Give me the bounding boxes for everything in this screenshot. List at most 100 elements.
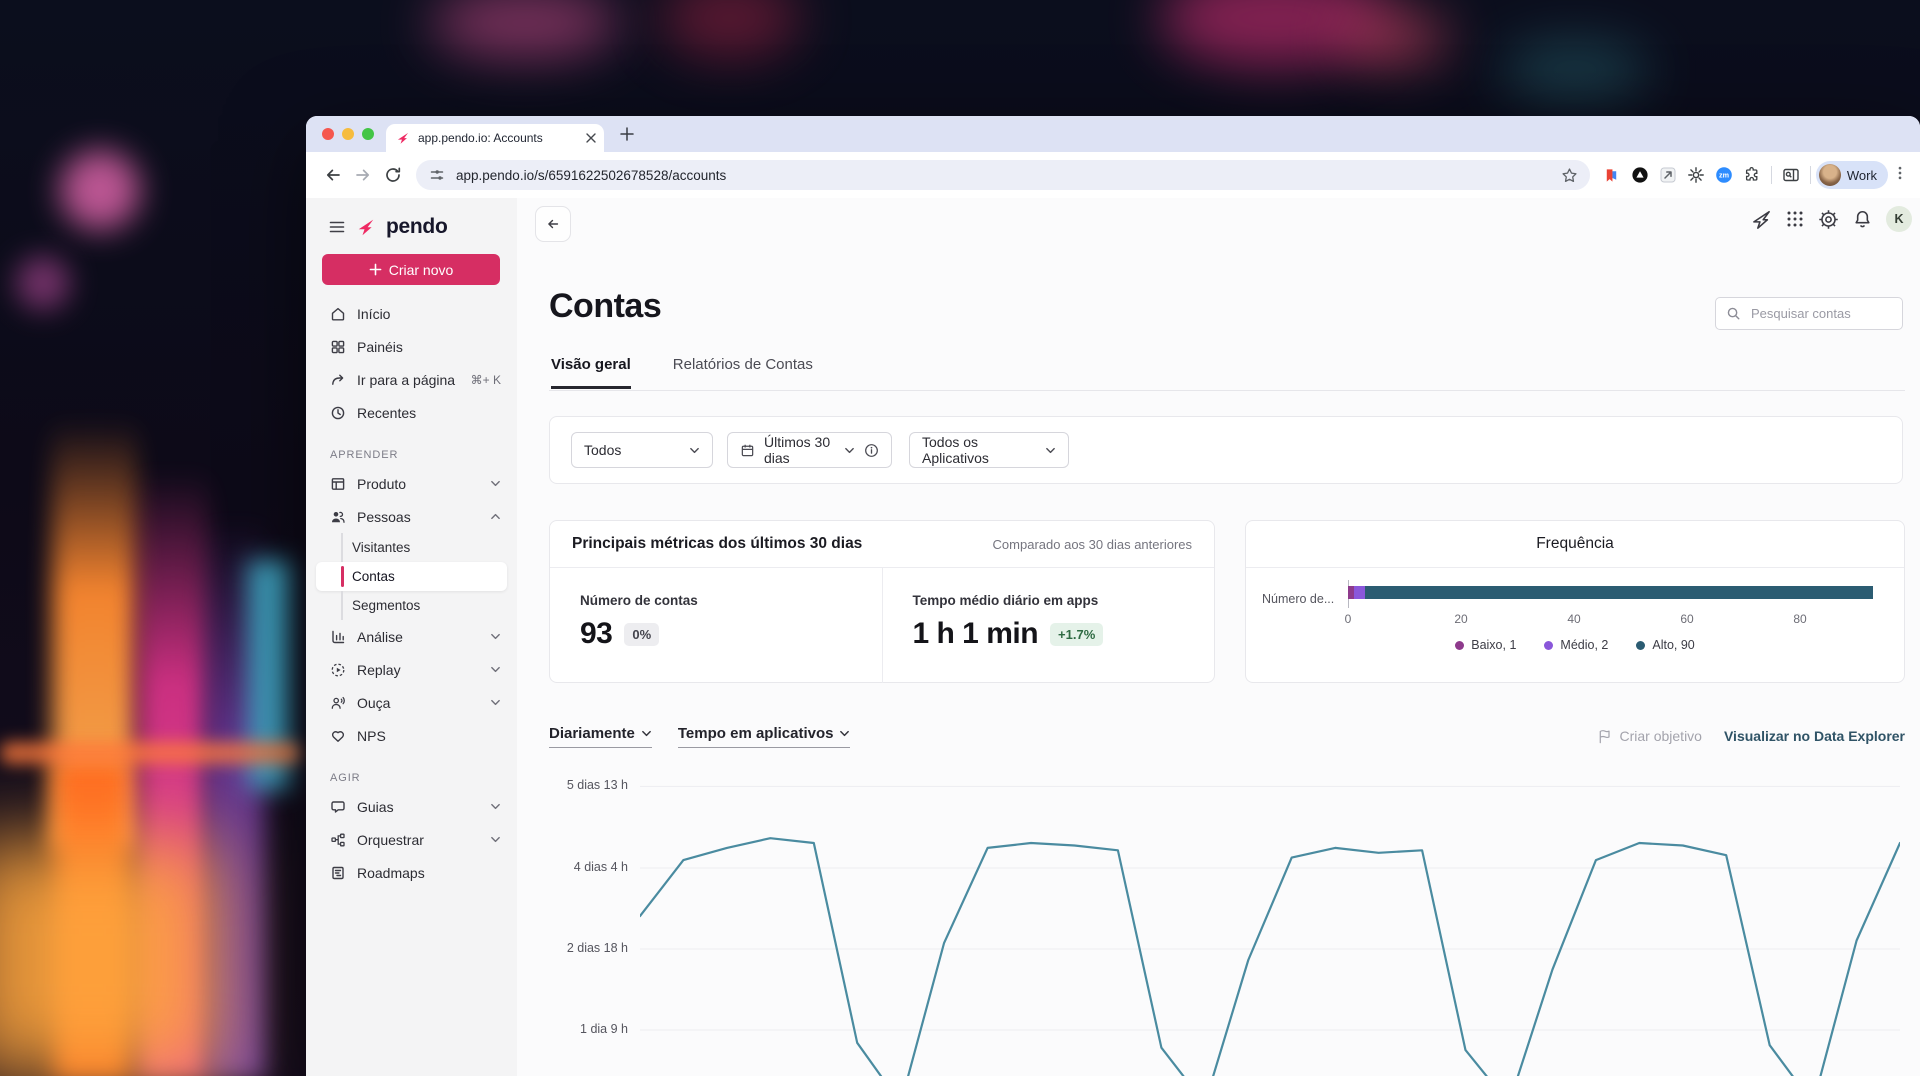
apps-filter-dropdown[interactable]: Todos os Aplicativos [909,432,1069,468]
wallpaper-glow [660,0,800,58]
bookmark-star-icon[interactable] [1561,167,1578,184]
legend-item-baixo: Baixo, 1 [1455,638,1516,652]
sidebar-item-ouca[interactable]: Ouça [306,686,517,719]
chevron-down-icon [1045,445,1056,456]
sidebar-item-visitantes[interactable]: Visitantes [306,533,517,562]
chevron-down-icon [689,445,700,456]
sidebar-item-replay[interactable]: Replay [306,653,517,686]
sidebar-item-segmentos[interactable]: Segmentos [306,591,517,620]
browser-tab[interactable]: app.pendo.io: Accounts [386,124,604,152]
tab-relatorios-de-contas[interactable]: Relatórios de Contas [673,356,813,389]
sidebar-item-inicio[interactable]: Início [306,297,517,330]
chevron-down-icon [641,728,652,739]
chart-metric-dropdown[interactable]: Tempo em aplicativos [677,724,851,748]
sidebar-item-nps[interactable]: NPS [306,719,517,752]
page-title: Contas [549,286,662,325]
sidebar-item-guias[interactable]: Guias [306,790,517,823]
sidebar-item-label: Produto [357,475,407,492]
date-range-value: Últimos 30 dias [764,434,831,466]
guides-icon [330,799,346,815]
settings-gear-icon[interactable] [1818,209,1839,230]
reload-icon[interactable] [378,160,408,190]
frequency-card-title: Frequência [1246,521,1904,568]
clock-icon [330,405,346,421]
site-info-icon[interactable] [428,166,446,184]
extension-recorder-icon[interactable] [1626,161,1654,189]
user-avatar[interactable]: K [1886,206,1912,232]
sidebar-section-agir: AGIR [330,772,361,784]
browser-profile-button[interactable]: Work [1815,161,1888,189]
new-tab-button[interactable] [620,127,634,146]
tab-close-icon[interactable] [586,133,596,143]
sidebar-item-label: Recentes [357,404,417,421]
wallpaper-glow [60,150,140,230]
frequency-chart: Número de... Baixo, 1 Médio, 2 Alto, 90 0 2… [1246,568,1904,683]
app-sidebar: pendo Criar novo Início Painéis Ir para a … [306,198,517,1076]
window-minimize-button[interactable] [342,128,354,140]
legend-dot [1455,640,1465,650]
notifications-bell-icon[interactable] [1852,209,1873,230]
search-accounts-input[interactable] [1749,305,1892,322]
sidebar-item-contas[interactable]: Contas [316,562,507,591]
sidebar-item-ir-para-a-pagina[interactable]: Ir para a página ⌘+ K [306,363,517,396]
extension-cursor-icon[interactable] [1654,161,1682,189]
extensions-puzzle-icon[interactable] [1738,161,1766,189]
window-zoom-button[interactable] [362,128,374,140]
tab-title: app.pendo.io: Accounts [418,131,543,145]
tab-visao-geral[interactable]: Visão geral [551,356,631,389]
wallpaper-glow [16,256,70,310]
y-axis-label: 2 dias 18 h [566,941,628,955]
sidebar-item-label: Análise [357,628,403,645]
profile-avatar [1818,164,1841,186]
sidebar-item-roadmaps[interactable]: Roadmaps [306,856,517,889]
sidebar-item-recentes[interactable]: Recentes [306,396,517,429]
browser-window: app.pendo.io: Accounts app.pendo.io/s/65… [306,116,1920,1076]
sidebar-item-paineis[interactable]: Painéis [306,330,517,363]
sidebar-item-label: Painéis [357,338,403,355]
filters-panel: Todos Últimos 30 dias Todos os Aplicativ… [549,416,1903,484]
apps-grid-icon[interactable] [1785,209,1805,229]
date-range-dropdown[interactable]: Últimos 30 dias [727,432,892,468]
granularity-dropdown[interactable]: Diariamente [549,725,652,748]
extension-ribbon-icon[interactable] [1598,161,1626,189]
browser-menu-icon[interactable] [1892,165,1908,186]
page-back-button[interactable] [535,206,571,242]
search-accounts-box[interactable] [1715,297,1903,330]
sidebar-item-label: Pessoas [357,508,411,525]
legend-item-alto: Alto, 90 [1636,638,1695,652]
url-bar[interactable]: app.pendo.io/s/6591622502678528/accounts [416,160,1590,190]
create-new-button[interactable]: Criar novo [322,254,500,285]
legend-label: Médio, 2 [1560,638,1609,652]
legend-label: Alto, 90 [1652,638,1695,652]
sidebar-item-orquestrar[interactable]: Orquestrar [306,823,517,856]
sidebar-item-label: Roadmaps [357,864,425,881]
side-panel-search-icon[interactable] [1777,161,1805,189]
pendo-launcher-icon[interactable] [1751,209,1772,230]
sidebar-section-aprender: APRENDER [330,449,399,461]
sidebar-item-pessoas[interactable]: Pessoas [306,500,517,533]
main-content: K Contas Visão geral Relatórios de Conta… [517,198,1920,1076]
sidebar-item-label: Contas [352,569,395,584]
segment-filter-dropdown[interactable]: Todos [571,432,713,468]
extension-burst-icon[interactable] [1682,161,1710,189]
chevron-down-icon [844,445,855,456]
sidebar-item-analise[interactable]: Análise [306,620,517,653]
flag-icon [1597,729,1612,744]
chart-metric-value: Tempo em aplicativos [677,724,834,742]
extension-zoom-icon[interactable]: zm [1710,161,1738,189]
people-icon [330,509,346,525]
keyboard-shortcut: ⌘+ K [470,372,501,387]
create-goal-button[interactable]: Criar objetivo [1597,728,1702,744]
legend-item-medio: Médio, 2 [1544,638,1608,652]
hamburger-menu-icon[interactable] [328,218,346,236]
data-explorer-link[interactable]: Visualizar no Data Explorer [1724,728,1905,744]
tabs-divider [549,390,1905,391]
sidebar-item-label: Replay [357,661,401,678]
forward-icon[interactable] [348,160,378,190]
back-icon[interactable] [318,160,348,190]
sidebar-item-label: Início [357,305,391,322]
window-close-button[interactable] [322,128,334,140]
info-icon[interactable] [864,443,879,458]
create-goal-label: Criar objetivo [1619,728,1702,744]
sidebar-item-produto[interactable]: Produto [306,467,517,500]
